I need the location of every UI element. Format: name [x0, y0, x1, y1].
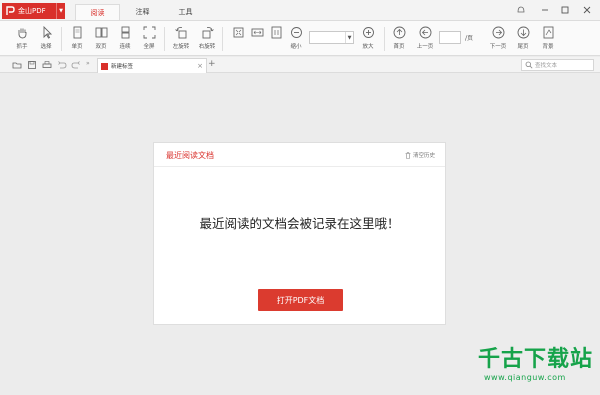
- select-tool-button[interactable]: 选择: [34, 24, 58, 54]
- maximize-icon[interactable]: [558, 3, 572, 17]
- actual-size-icon: [271, 26, 281, 39]
- tool-label: 缩小: [290, 44, 302, 50]
- cursor-icon: [43, 26, 52, 39]
- tool-label: 右旋转: [198, 44, 216, 50]
- skin-icon[interactable]: [514, 3, 528, 17]
- tab-read[interactable]: 阅读: [75, 4, 120, 20]
- app-menu-button[interactable]: 金山PDF ▼: [2, 3, 65, 19]
- rotate-left-icon: [174, 27, 186, 39]
- search-input[interactable]: 查找文本: [521, 59, 594, 71]
- redo-icon[interactable]: [71, 60, 81, 70]
- tool-label: 抓手: [16, 44, 28, 50]
- double-page-button[interactable]: 双页: [89, 24, 113, 54]
- tool-label: 尾页: [517, 44, 529, 50]
- tool-label: 选择: [40, 44, 52, 50]
- tool-label: 下一页: [489, 44, 507, 50]
- background-icon: [543, 26, 553, 39]
- tab-tools[interactable]: 工具: [163, 4, 208, 20]
- continuous-icon: [121, 26, 129, 39]
- single-page-button[interactable]: 单页: [65, 24, 89, 54]
- divider: [61, 27, 62, 51]
- page-total: /页: [465, 35, 474, 42]
- search-placeholder: 查找文本: [535, 63, 558, 69]
- document-tab-bar: » 新建标签 × + 查找文本: [0, 57, 600, 73]
- panel-title: 最近阅读文档: [166, 151, 214, 160]
- hand-icon: [17, 28, 26, 39]
- trash-icon: [405, 151, 411, 159]
- last-page-icon: [517, 26, 529, 39]
- customize-chevron-icon[interactable]: »: [86, 60, 96, 70]
- last-page-button[interactable]: 尾页: [511, 24, 535, 54]
- zoom-out-icon: [290, 27, 302, 38]
- app-name: 金山PDF: [18, 7, 46, 15]
- minimize-icon[interactable]: [538, 3, 552, 17]
- document-tab-title: 新建标签: [111, 64, 134, 70]
- clear-history-button[interactable]: 清空历史: [405, 151, 435, 159]
- divider: [164, 27, 165, 51]
- single-page-icon: [73, 26, 81, 39]
- panel-header: 最近阅读文档 清空历史: [154, 143, 445, 167]
- chevron-down-icon[interactable]: ▼: [345, 32, 353, 43]
- fit-page-icon: [233, 27, 243, 38]
- ribbon-toolbar: 抓手 选择 单页 双页 连续 全屏 左旋转 右旋转 缩小 ▼ 放大 首页 上一页…: [0, 20, 600, 56]
- next-page-icon: [492, 26, 504, 39]
- next-page-button[interactable]: 下一页: [486, 24, 510, 54]
- rotate-right-icon: [202, 27, 214, 39]
- undo-icon[interactable]: [57, 60, 67, 70]
- tool-label: 上一页: [416, 44, 434, 50]
- zoom-level-select[interactable]: ▼: [309, 31, 354, 44]
- tab-annotate[interactable]: 注释: [120, 4, 165, 20]
- print-icon[interactable]: [42, 60, 52, 70]
- open-pdf-button[interactable]: 打开PDF文档: [258, 289, 343, 311]
- search-icon: [525, 61, 533, 69]
- divider: [222, 27, 223, 51]
- new-tab-icon[interactable]: +: [208, 59, 216, 69]
- zoom-in-button[interactable]: 放大: [356, 24, 380, 54]
- close-tab-icon[interactable]: ×: [197, 62, 203, 70]
- rotate-left-button[interactable]: 左旋转: [169, 24, 193, 54]
- watermark: 千古下载站 www.qianguw.com: [478, 347, 594, 383]
- fullscreen-button[interactable]: 全屏: [137, 24, 161, 54]
- zoom-in-icon: [362, 27, 374, 38]
- tool-label: 单页: [71, 44, 83, 50]
- watermark-url: www.qianguw.com: [484, 373, 566, 382]
- first-page-button[interactable]: 首页: [387, 24, 411, 54]
- tool-label: 首页: [393, 44, 405, 50]
- tool-label: 连续: [119, 44, 131, 50]
- tool-label: 双页: [95, 44, 107, 50]
- double-page-icon: [95, 27, 107, 38]
- tool-label: 全屏: [143, 44, 155, 50]
- tool-label: 背景: [542, 44, 554, 50]
- pdf-file-icon: [101, 62, 108, 70]
- fullscreen-icon: [143, 26, 155, 39]
- divider: [384, 27, 385, 51]
- rotate-right-button[interactable]: 右旋转: [195, 24, 219, 54]
- save-icon[interactable]: [27, 60, 37, 70]
- fit-width-icon: [251, 28, 263, 37]
- clear-history-label: 清空历史: [412, 153, 435, 159]
- open-folder-icon[interactable]: [12, 60, 22, 70]
- prev-page-button[interactable]: 上一页: [413, 24, 437, 54]
- title-bar: 金山PDF ▼ 阅读 注释 工具: [0, 0, 600, 20]
- first-page-icon: [393, 26, 405, 39]
- zoom-out-button[interactable]: 缩小: [284, 24, 308, 54]
- page-number-input[interactable]: [439, 31, 461, 44]
- prev-page-icon: [419, 26, 431, 39]
- continuous-button[interactable]: 连续: [113, 24, 137, 54]
- recent-documents-panel: 最近阅读文档 清空历史 最近阅读的文档会被记录在这里哦！ 打开PDF文档: [153, 142, 446, 325]
- empty-state-message: 最近阅读的文档会被记录在这里哦！: [199, 216, 400, 231]
- app-logo-icon: [6, 6, 15, 16]
- chevron-down-icon[interactable]: ▼: [56, 3, 65, 19]
- close-icon[interactable]: [580, 3, 594, 17]
- tool-label: 左旋转: [172, 44, 190, 50]
- background-button[interactable]: 背景: [536, 24, 560, 54]
- tool-label: 放大: [362, 44, 374, 50]
- hand-tool-button[interactable]: 抓手: [10, 24, 34, 54]
- watermark-title: 千古下载站: [478, 347, 594, 372]
- document-tab[interactable]: 新建标签 ×: [97, 58, 207, 73]
